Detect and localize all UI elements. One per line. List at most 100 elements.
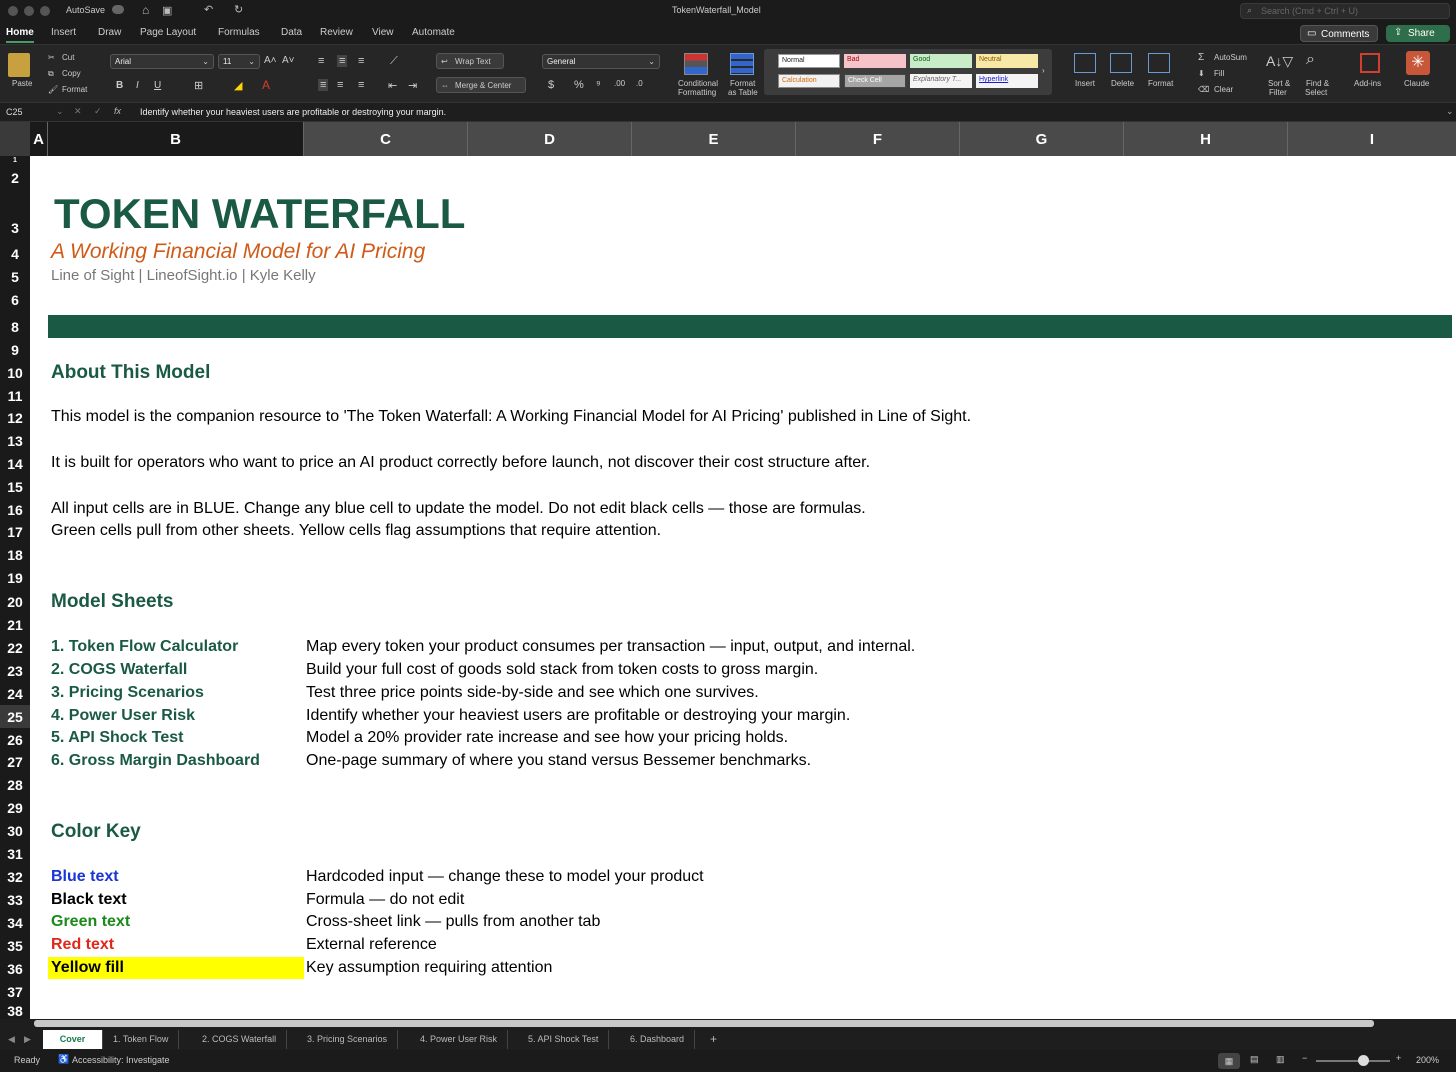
key-label-black[interactable]: Black text: [51, 891, 127, 909]
align-right-icon[interactable]: ≡: [358, 79, 364, 91]
autosave-toggle[interactable]: [112, 5, 124, 14]
key-label-green[interactable]: Green text: [51, 913, 130, 931]
style-hyperlink[interactable]: Hyperlink: [976, 74, 1038, 88]
tab-view[interactable]: View: [372, 27, 394, 38]
style-calculation[interactable]: Calculation: [778, 74, 840, 88]
sort-filter-icon[interactable]: A↓▽: [1266, 53, 1293, 70]
sheet-link-name[interactable]: 6. Gross Margin Dashboard: [51, 752, 260, 770]
style-check-cell[interactable]: Check Cell: [844, 74, 906, 88]
key-label-red[interactable]: Red text: [51, 936, 114, 954]
number-format-select[interactable]: General ⌄: [542, 54, 660, 69]
key-desc[interactable]: Key assumption requiring attention: [306, 959, 552, 977]
decrease-indent-icon[interactable]: ⇤: [388, 79, 397, 92]
column-header-h[interactable]: H: [1124, 122, 1288, 156]
row-header[interactable]: 29: [0, 796, 30, 819]
normal-view-icon[interactable]: ▦: [1218, 1053, 1240, 1069]
sheet-tab-api-shock-test[interactable]: 5. API Shock Test: [518, 1030, 610, 1049]
color-key-header[interactable]: Color Key: [51, 821, 141, 843]
save-icon[interactable]: ▣: [162, 4, 172, 17]
row-header[interactable]: 36: [0, 957, 30, 980]
column-header-a[interactable]: A: [30, 122, 48, 156]
name-box[interactable]: C25: [6, 107, 23, 117]
conditional-formatting-label-2[interactable]: Formatting: [678, 88, 716, 97]
sort-filter-label-2[interactable]: Filter: [1269, 88, 1287, 97]
font-family-select[interactable]: Arial ⌄: [110, 54, 214, 69]
column-header-g[interactable]: G: [960, 122, 1124, 156]
add-ins-icon[interactable]: [1360, 53, 1380, 73]
underline-icon[interactable]: U: [154, 80, 161, 91]
increase-decimal-icon[interactable]: .00: [614, 79, 625, 88]
row-header[interactable]: 8: [0, 315, 30, 338]
tab-page-layout[interactable]: Page Layout: [140, 27, 196, 38]
fill-label[interactable]: Fill: [1214, 69, 1224, 78]
align-bottom-icon[interactable]: ≡: [358, 55, 364, 67]
currency-icon[interactable]: $: [548, 79, 554, 91]
autosum-icon[interactable]: Σ: [1198, 52, 1204, 63]
row-header[interactable]: 30: [0, 819, 30, 842]
format-as-table-icon[interactable]: [730, 53, 754, 75]
row-header[interactable]: 17: [0, 520, 30, 543]
sheet-link-name[interactable]: 2. COGS Waterfall: [51, 661, 187, 679]
page-break-view-icon[interactable]: ▥: [1276, 1054, 1285, 1065]
sheet-tab-power-user-risk[interactable]: 4. Power User Risk: [410, 1030, 509, 1049]
format-cells-icon[interactable]: [1148, 53, 1170, 73]
sheet-link-name[interactable]: 4. Power User Risk: [51, 707, 195, 725]
column-header-f[interactable]: F: [796, 122, 960, 156]
claude-icon[interactable]: ✳: [1406, 51, 1430, 75]
align-center-icon[interactable]: ≡: [337, 79, 343, 91]
row-header[interactable]: 13: [0, 429, 30, 452]
cut-label[interactable]: Cut: [62, 53, 74, 62]
tab-draw[interactable]: Draw: [98, 27, 121, 38]
key-label-yellow[interactable]: Yellow fill: [51, 959, 124, 977]
row-header[interactable]: 12: [0, 406, 30, 429]
selected-cell-c25[interactable]: Identify whether your heaviest users are…: [306, 707, 850, 725]
row-header[interactable]: 14: [0, 452, 30, 475]
row-header[interactable]: 16: [0, 498, 30, 521]
row-header[interactable]: 23: [0, 659, 30, 682]
confirm-icon[interactable]: ✓: [94, 106, 102, 117]
green-divider-bar[interactable]: [48, 315, 1452, 338]
fill-icon[interactable]: ⬇: [1198, 69, 1205, 78]
chevron-down-icon[interactable]: ⌄: [56, 106, 64, 117]
share-button[interactable]: ⇪ Share: [1386, 25, 1450, 42]
row-header[interactable]: 3: [0, 216, 30, 239]
sheet-tab-cover[interactable]: Cover: [43, 1030, 103, 1049]
font-color-icon[interactable]: A: [262, 78, 270, 92]
row-header[interactable]: 22: [0, 636, 30, 659]
comma-style-icon[interactable]: ⁹: [596, 79, 601, 91]
about-header[interactable]: About This Model: [51, 362, 210, 384]
row-header[interactable]: 15: [0, 475, 30, 498]
bold-icon[interactable]: B: [116, 80, 123, 91]
style-good[interactable]: Good: [910, 54, 972, 68]
row-header[interactable]: 26: [0, 728, 30, 751]
increase-indent-icon[interactable]: ⇥: [408, 79, 417, 92]
conditional-formatting-label[interactable]: Conditional: [678, 79, 718, 88]
clear-label[interactable]: Clear: [1214, 85, 1233, 94]
row-header[interactable]: 2: [0, 166, 30, 189]
row-header[interactable]: 18: [0, 543, 30, 566]
comments-button[interactable]: ▭ Comments: [1300, 25, 1378, 42]
find-select-icon[interactable]: ⌕: [1306, 51, 1315, 69]
align-top-icon[interactable]: ≡: [318, 55, 324, 67]
style-neutral[interactable]: Neutral: [976, 54, 1038, 68]
sheet-link-name[interactable]: 3. Pricing Scenarios: [51, 684, 204, 702]
decrease-decimal-icon[interactable]: .0: [636, 79, 643, 88]
add-sheet-icon[interactable]: +: [710, 1032, 717, 1046]
column-header-i[interactable]: I: [1288, 122, 1456, 156]
home-icon[interactable]: ⌂: [142, 3, 149, 17]
key-desc[interactable]: Formula — do not edit: [306, 891, 464, 909]
paste-icon[interactable]: [8, 53, 30, 77]
row-header[interactable]: 28: [0, 773, 30, 796]
format-as-table-label-2[interactable]: as Table: [728, 88, 758, 97]
row-header[interactable]: 5: [0, 265, 30, 288]
row-header[interactable]: 33: [0, 888, 30, 911]
row-header[interactable]: 31: [0, 842, 30, 865]
cover-title[interactable]: TOKEN WATERFALL: [54, 190, 465, 238]
italic-icon[interactable]: I: [136, 80, 139, 91]
style-normal[interactable]: Normal: [778, 54, 840, 68]
tab-home[interactable]: Home: [6, 27, 34, 43]
model-sheets-header[interactable]: Model Sheets: [51, 591, 173, 613]
sort-filter-label[interactable]: Sort &: [1268, 79, 1290, 88]
merge-center-button[interactable]: ⇔ Merge & Center: [436, 77, 526, 93]
zoom-in-icon[interactable]: +: [1396, 1053, 1401, 1063]
